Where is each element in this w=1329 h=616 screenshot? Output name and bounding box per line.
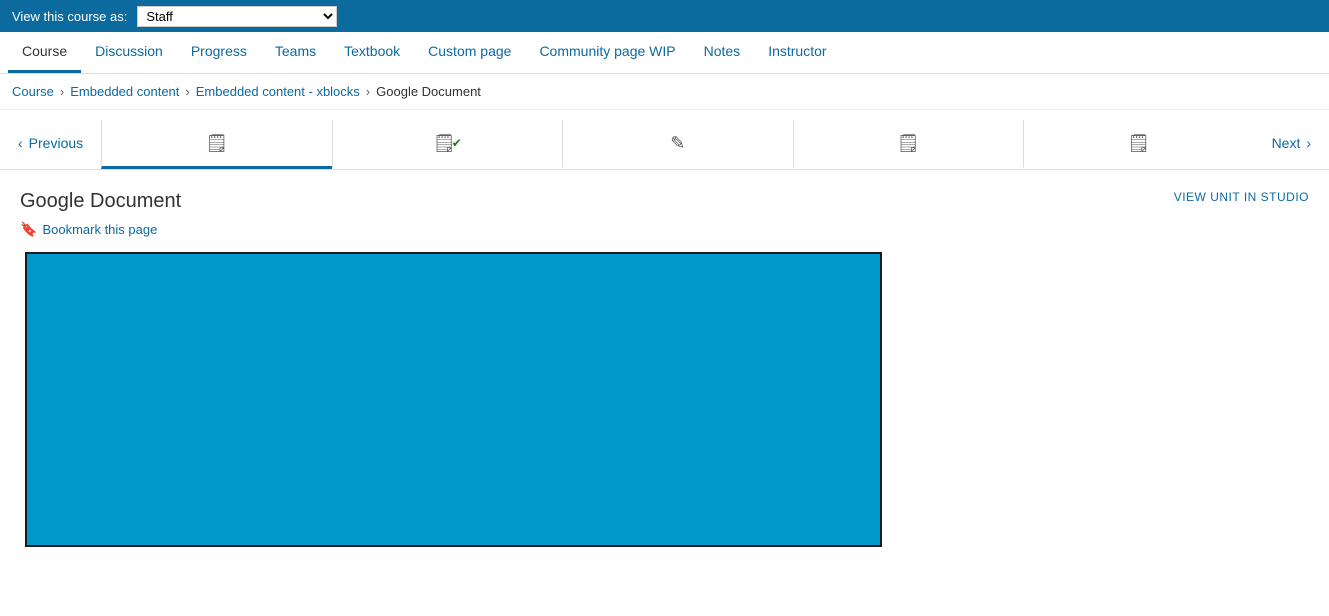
embedded-content-area [25, 252, 882, 547]
tab-custom-page[interactable]: Custom page [414, 32, 525, 73]
next-label: Next [1272, 135, 1301, 151]
next-button[interactable]: Next › [1254, 120, 1329, 169]
unit-tab-5-icon: 🗒 [1127, 133, 1150, 154]
unit-tab-4-icon: 🗒 [897, 133, 920, 154]
tab-community-wip[interactable]: Community page WIP [525, 32, 689, 73]
page-title: Google Document [20, 190, 181, 213]
unit-tab-3[interactable]: ✎ [562, 120, 792, 169]
view-studio-link[interactable]: VIEW UNIT IN STUDIO [1174, 190, 1309, 204]
breadcrumb-embedded-content[interactable]: Embedded content [70, 84, 179, 99]
unit-tab-2-check-icon: ✔ [452, 136, 462, 150]
content-header: Google Document VIEW UNIT IN STUDIO [20, 190, 1309, 213]
prev-chevron-icon: ‹ [18, 135, 23, 151]
breadcrumb-embedded-xblocks[interactable]: Embedded content - xblocks [196, 84, 360, 99]
next-chevron-icon: › [1306, 135, 1311, 151]
previous-label: Previous [29, 135, 83, 151]
previous-button[interactable]: ‹ Previous [0, 120, 101, 169]
top-bar: View this course as: Staff Student Audit [0, 0, 1329, 32]
tab-teams[interactable]: Teams [261, 32, 330, 73]
breadcrumb-sep-1: › [60, 84, 64, 99]
breadcrumb-sep-3: › [366, 84, 370, 99]
view-as-select[interactable]: Staff Student Audit [137, 6, 337, 27]
content-area: Google Document VIEW UNIT IN STUDIO 🔖 Bo… [0, 170, 1329, 547]
bookmark-link[interactable]: Bookmark this page [42, 222, 157, 237]
bookmark-icon: 🔖 [20, 221, 37, 238]
breadcrumb: Course › Embedded content › Embedded con… [0, 74, 1329, 110]
bookmark-row[interactable]: 🔖 Bookmark this page [20, 221, 1309, 238]
unit-tab-1[interactable]: 🗒 [101, 120, 331, 169]
tab-discussion[interactable]: Discussion [81, 32, 177, 73]
tab-notes[interactable]: Notes [690, 32, 755, 73]
tab-course[interactable]: Course [8, 32, 81, 73]
breadcrumb-sep-2: › [185, 84, 189, 99]
main-nav: Course Discussion Progress Teams Textboo… [0, 32, 1329, 74]
view-as-label: View this course as: [12, 9, 127, 24]
breadcrumb-course[interactable]: Course [12, 84, 54, 99]
unit-tab-3-icon: ✎ [670, 133, 685, 154]
unit-tab-4[interactable]: 🗒 [793, 120, 1023, 169]
tab-progress[interactable]: Progress [177, 32, 261, 73]
tab-textbook[interactable]: Textbook [330, 32, 414, 73]
breadcrumb-current: Google Document [376, 84, 481, 99]
tab-instructor[interactable]: Instructor [754, 32, 840, 73]
unit-tab-2[interactable]: 🗒 ✔ [332, 120, 562, 169]
unit-nav-bar: ‹ Previous 🗒 🗒 ✔ ✎ 🗒 🗒 Next › [0, 120, 1329, 170]
unit-tab-1-icon: 🗒 [205, 133, 228, 154]
unit-tab-5[interactable]: 🗒 [1023, 120, 1253, 169]
